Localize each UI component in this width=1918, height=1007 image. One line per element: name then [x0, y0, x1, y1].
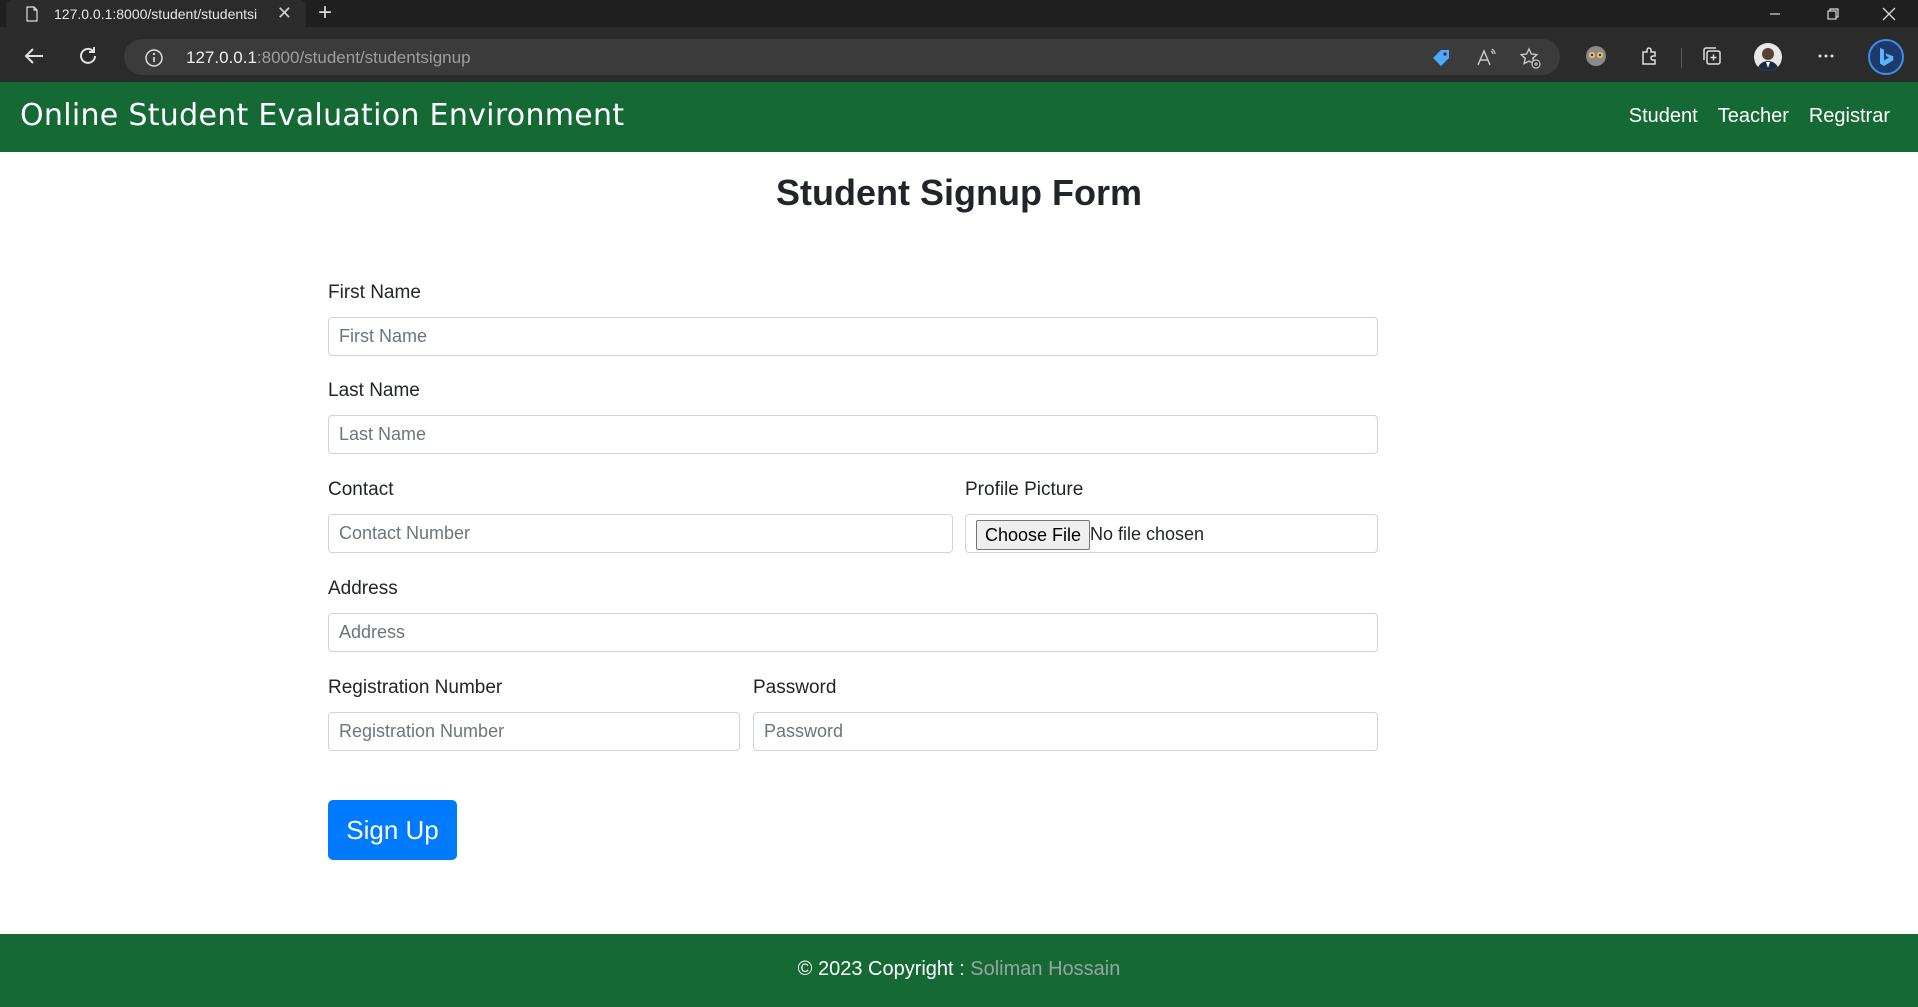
choose-file-button[interactable]: Choose File: [976, 520, 1091, 550]
toolbar-separator: [1681, 48, 1682, 68]
last-name-input[interactable]: [328, 415, 1378, 454]
site-info-icon[interactable]: [144, 48, 164, 68]
sign-up-button[interactable]: Sign Up: [328, 800, 457, 860]
add-favorite-icon[interactable]: [1519, 47, 1541, 69]
nav-links: Student Teacher Registrar: [1609, 105, 1890, 128]
url-text[interactable]: 127.0.0.1:8000/student/studentsignup: [186, 48, 471, 68]
file-status-text: No file chosen: [1090, 524, 1205, 544]
copyright-text: © 2023 Copyright : Soliman Hossain: [0, 958, 1918, 981]
browser-tab[interactable]: 127.0.0.1:8000/student/studentsi ✕: [6, 0, 306, 27]
page-icon: [26, 5, 38, 22]
close-tab-icon[interactable]: ✕: [277, 4, 292, 22]
extension-face-icon[interactable]: [1582, 42, 1610, 70]
close-window-icon[interactable]: [1866, 0, 1912, 27]
password-input[interactable]: [753, 712, 1378, 751]
bing-copilot-icon[interactable]: [1868, 39, 1904, 75]
address-label: Address: [328, 578, 398, 599]
first-name-label: First Name: [328, 282, 421, 303]
profile-avatar[interactable]: [1754, 43, 1782, 71]
profile-picture-file-input[interactable]: Choose File No file chosen: [965, 514, 1378, 553]
read-aloud-icon[interactable]: [1475, 47, 1497, 69]
browser-tab-strip: 127.0.0.1:8000/student/studentsi ✕ +: [0, 0, 1918, 27]
nav-link-teacher[interactable]: Teacher: [1718, 105, 1789, 128]
registration-number-label: Registration Number: [328, 677, 503, 698]
refresh-icon[interactable]: [74, 42, 102, 70]
site-navbar: Online Student Evaluation Environment St…: [0, 82, 1918, 152]
more-options-icon[interactable]: [1812, 42, 1840, 70]
password-label: Password: [753, 677, 837, 698]
copyright-prefix: © 2023 Copyright :: [797, 958, 971, 980]
tab-title: 127.0.0.1:8000/student/studentsi: [54, 5, 258, 22]
contact-input[interactable]: [328, 514, 953, 553]
last-name-label: Last Name: [328, 380, 420, 401]
site-brand[interactable]: Online Student Evaluation Environment: [20, 98, 624, 133]
shopping-tag-icon[interactable]: [1430, 47, 1452, 69]
first-name-input[interactable]: [328, 317, 1378, 356]
minimize-icon[interactable]: [1752, 0, 1798, 27]
address-bar[interactable]: 127.0.0.1:8000/student/studentsignup: [124, 39, 1560, 75]
author-link[interactable]: Soliman Hossain: [970, 958, 1120, 980]
profile-picture-label: Profile Picture: [965, 479, 1084, 500]
contact-label: Contact: [328, 479, 394, 500]
nav-link-student[interactable]: Student: [1629, 105, 1698, 128]
collections-icon[interactable]: [1698, 42, 1726, 70]
extensions-puzzle-icon[interactable]: [1636, 42, 1664, 70]
site-footer: © 2023 Copyright : Soliman Hossain: [0, 934, 1918, 1007]
address-input[interactable]: [328, 613, 1378, 652]
page-title: Student Signup Form: [776, 172, 1142, 213]
registration-number-input[interactable]: [328, 712, 740, 751]
nav-link-registrar[interactable]: Registrar: [1809, 105, 1890, 128]
back-arrow-icon[interactable]: [20, 42, 48, 70]
new-tab-icon[interactable]: +: [318, 0, 332, 26]
restore-icon[interactable]: [1810, 0, 1856, 27]
